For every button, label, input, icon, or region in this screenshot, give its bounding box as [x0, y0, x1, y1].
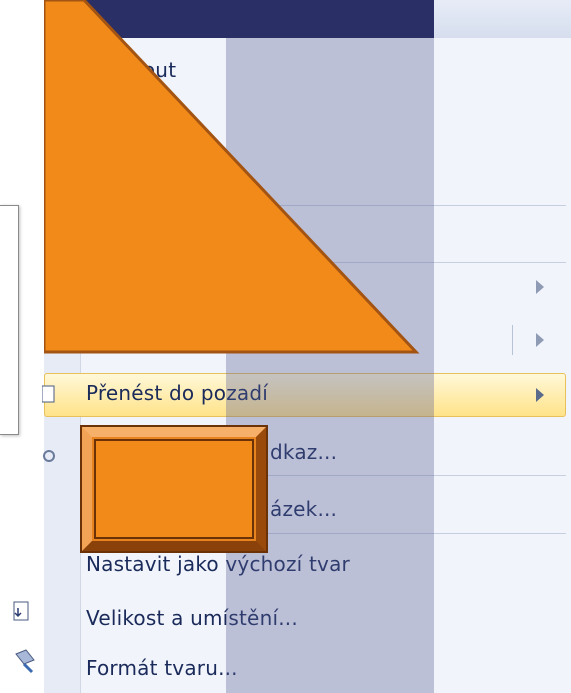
submenu-arrow-icon: [536, 280, 544, 294]
title-bar-right: [434, 0, 571, 38]
format-shape-icon: [15, 649, 35, 674]
orange-triangle-shape: [44, 0, 420, 354]
hyperlink-icon: [43, 450, 55, 462]
submenu-arrow-icon[interactable]: [536, 333, 544, 347]
split-divider: [512, 325, 513, 355]
send-to-back-icon: [42, 385, 55, 403]
document-panel: [0, 205, 19, 435]
size-position-icon: [13, 601, 29, 621]
submenu-arrow-icon[interactable]: [536, 388, 544, 402]
orange-bevel-rectangle: [80, 425, 268, 553]
orange-bevel-inner: [94, 439, 254, 539]
menu-item-format-shape[interactable]: Formát tvaru...: [86, 656, 238, 680]
